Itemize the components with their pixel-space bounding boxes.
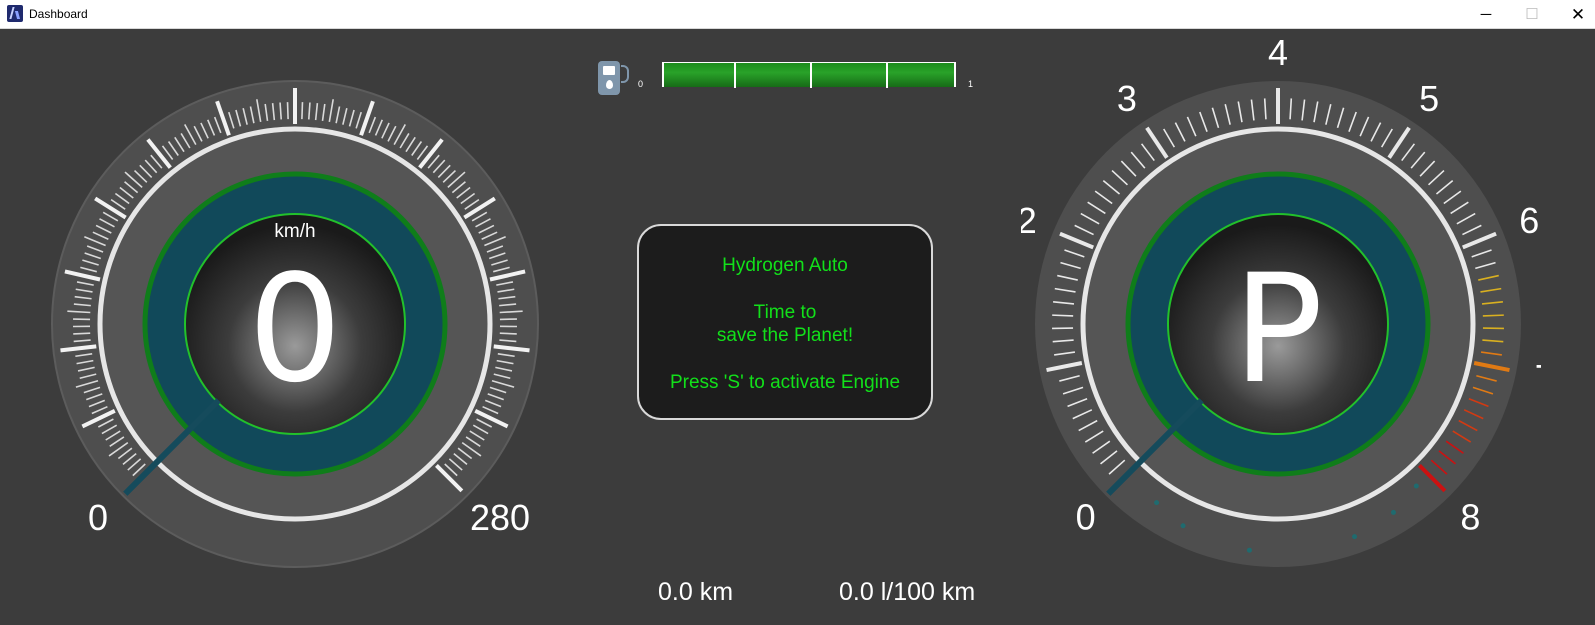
speed-min-label: 0 [88, 497, 108, 538]
rpm-label: 5 [1419, 78, 1439, 119]
speed-tick [286, 102, 289, 120]
consumption-readout: 0.0 l/100 km [839, 578, 976, 606]
speed-value: 0 [248, 243, 342, 415]
window-title: Dashboard [29, 7, 88, 21]
speed-tick [73, 332, 91, 335]
indicator-dot [1413, 483, 1419, 489]
fuel-bar-divider [886, 63, 888, 88]
speed-max-label: 280 [470, 497, 530, 538]
message-title: Hydrogen Auto [722, 255, 848, 276]
gear-indicator: P [1233, 243, 1323, 417]
fuel-max-label: 1 [968, 79, 974, 89]
rpm-tick [1052, 314, 1074, 317]
fuel-pump-icon [598, 61, 629, 95]
tachometer: 012345678 P [1021, 36, 1541, 567]
rpm-label: 4 [1268, 36, 1288, 73]
title-bar: Dashboard ─ ☐ ✕ [0, 0, 1595, 29]
close-button[interactable]: ✕ [1555, 0, 1595, 28]
fuel-level-bar [662, 62, 956, 88]
message-panel: Hydrogen Auto Time to save the Planet! P… [637, 224, 933, 420]
fuel-bar-divider [810, 63, 812, 88]
odometer-readout: 0.0 km [658, 578, 734, 606]
rpm-label: 8 [1460, 496, 1480, 537]
rpm-label: 6 [1519, 200, 1539, 241]
indicator-dot [1246, 547, 1252, 553]
speed-tick [307, 102, 311, 120]
maximize-icon: ☐ [1525, 5, 1539, 23]
speed-tick [499, 332, 517, 335]
fuel-bar-divider [734, 63, 736, 88]
close-icon: ✕ [1570, 4, 1586, 24]
rpm-label: 2 [1021, 200, 1037, 241]
rpm-label: 0 [1076, 496, 1096, 537]
minimize-button[interactable]: ─ [1463, 0, 1509, 28]
fuel-gauge: 0 1 [596, 58, 986, 102]
speed-tick [279, 102, 283, 120]
maximize-button[interactable]: ☐ [1509, 0, 1555, 28]
message-instruction: Press 'S' to activate Engine [669, 372, 901, 393]
rpm-label: 7 [1535, 357, 1541, 398]
speed-unit-label: km/h [274, 221, 315, 242]
indicator-dot [1180, 523, 1186, 529]
fuel-min-label: 0 [638, 79, 644, 89]
speed-tick [301, 102, 304, 120]
minimize-icon: ─ [1480, 5, 1492, 23]
app-icon [7, 5, 23, 22]
rpm-label: 3 [1117, 78, 1137, 119]
indicator-dot [1154, 500, 1160, 506]
message-line: save the Planet! [716, 325, 854, 346]
indicator-dot [1352, 534, 1358, 540]
message-line: Time to [753, 302, 817, 323]
indicator-dot [1390, 509, 1396, 515]
rpm-tick [1482, 314, 1504, 317]
speedometer: km/h 0 0 280 [51, 80, 539, 568]
